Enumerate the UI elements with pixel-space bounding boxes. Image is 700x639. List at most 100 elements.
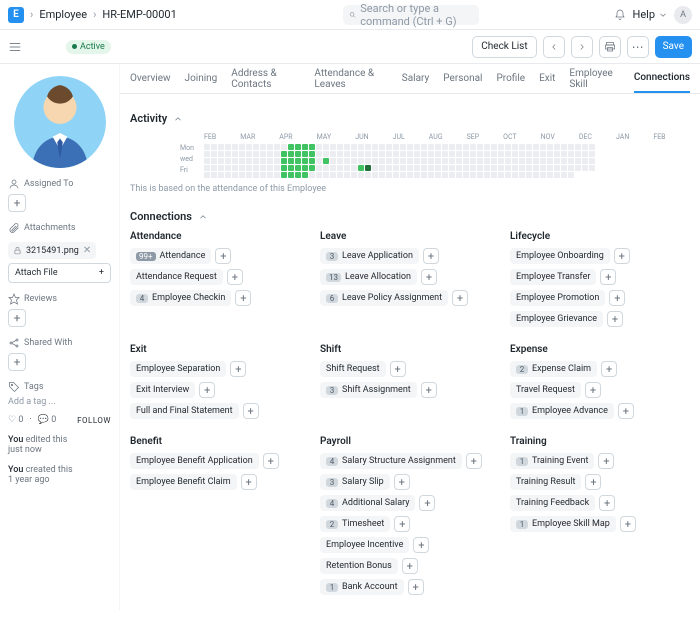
app-logo[interactable]: E	[8, 7, 24, 23]
breadcrumb-id[interactable]: HR-EMP-00001	[102, 8, 176, 21]
add-connection-button[interactable]: +	[408, 579, 424, 595]
add-connection-button[interactable]: +	[423, 248, 439, 264]
add-connection-button[interactable]: +	[243, 403, 259, 419]
bell-icon[interactable]	[614, 9, 626, 21]
tab-profile[interactable]: Profile	[496, 64, 525, 93]
add-connection-button[interactable]: +	[394, 516, 410, 532]
connection-link[interactable]: Employee Transfer	[510, 269, 596, 285]
add-connection-button[interactable]: +	[390, 361, 406, 377]
add-connection-button[interactable]: +	[235, 290, 251, 306]
connection-link[interactable]: 1Employee Advance	[510, 403, 614, 419]
remove-attachment-button[interactable]: ✕	[83, 245, 91, 256]
connection-link[interactable]: Full and Final Statement	[130, 403, 239, 419]
add-connection-button[interactable]: +	[466, 453, 482, 469]
menu-icon[interactable]	[8, 40, 22, 54]
next-button[interactable]	[571, 36, 593, 58]
connection-link[interactable]: Training Feedback	[510, 495, 595, 511]
checklist-button[interactable]: Check List	[472, 36, 536, 58]
add-connection-button[interactable]: +	[241, 474, 257, 490]
add-connection-button[interactable]: +	[585, 382, 601, 398]
add-connection-button[interactable]: +	[585, 474, 601, 490]
more-button[interactable]: ⋯	[627, 36, 649, 58]
add-connection-button[interactable]: +	[421, 269, 437, 285]
add-connection-button[interactable]: +	[609, 290, 625, 306]
add-connection-button[interactable]: +	[620, 516, 636, 532]
add-connection-button[interactable]: +	[601, 361, 617, 377]
connection-link[interactable]: Employee Incentive	[320, 537, 409, 553]
tab-personal[interactable]: Personal	[443, 64, 482, 93]
connection-link[interactable]: 4Additional Salary	[320, 495, 415, 511]
add-connection-button[interactable]: +	[598, 453, 614, 469]
add-connection-button[interactable]: +	[600, 269, 616, 285]
follow-button[interactable]: FOLLOW	[77, 416, 111, 425]
tab-attendance-leaves[interactable]: Attendance & Leaves	[314, 64, 387, 93]
connection-link[interactable]: Employee Benefit Claim	[130, 474, 237, 490]
add-connection-button[interactable]: +	[607, 311, 623, 327]
connection-link[interactable]: 3Salary Slip	[320, 474, 390, 490]
connection-link[interactable]: 1Employee Skill Map	[510, 516, 616, 532]
connection-link[interactable]: Exit Interview	[130, 382, 195, 398]
connection-link[interactable]: Shift Request	[320, 361, 386, 377]
tab-joining[interactable]: Joining	[185, 64, 218, 93]
connection-link[interactable]: Employee Promotion	[510, 290, 605, 306]
search-input[interactable]: Search or type a command (Ctrl + G)	[343, 5, 479, 25]
prev-button[interactable]	[543, 36, 565, 58]
add-connection-button[interactable]: +	[413, 537, 429, 553]
add-tag-input[interactable]: Add a tag ...	[8, 397, 111, 407]
tab-overview[interactable]: Overview	[130, 64, 171, 93]
connection-link[interactable]: 99+Attendance	[130, 248, 211, 264]
connection-link[interactable]: 2Timesheet	[320, 516, 390, 532]
tab-employee-skill[interactable]: Employee Skill	[569, 64, 619, 93]
connection-link[interactable]: Retention Bonus	[320, 558, 398, 574]
save-button[interactable]: Save	[655, 36, 692, 58]
add-review-button[interactable]: +	[8, 309, 26, 327]
add-share-button[interactable]: +	[8, 353, 26, 371]
connections-heading[interactable]: Connections	[130, 210, 690, 223]
connection-link[interactable]: 1Training Event	[510, 453, 594, 469]
add-connection-button[interactable]: +	[421, 382, 437, 398]
help-dropdown[interactable]: Help	[632, 8, 668, 21]
add-connection-button[interactable]: +	[394, 474, 410, 490]
tab-address-contacts[interactable]: Address & Contacts	[231, 64, 300, 93]
connection-link[interactable]: Employee Grievance	[510, 311, 603, 327]
count-badge: 13	[326, 273, 341, 282]
add-connection-button[interactable]: +	[199, 382, 215, 398]
add-connection-button[interactable]: +	[452, 290, 468, 306]
add-connection-button[interactable]: +	[263, 453, 279, 469]
connection-link[interactable]: 1Bank Account	[320, 579, 404, 595]
connection-link[interactable]: Travel Request	[510, 382, 581, 398]
connection-link[interactable]: Employee Benefit Application	[130, 453, 259, 469]
tab-salary[interactable]: Salary	[402, 64, 429, 93]
connection-link[interactable]: 3Leave Application	[320, 248, 419, 264]
connection-link[interactable]: 4Employee Checkin	[130, 290, 231, 306]
attach-file-button[interactable]: Attach File+	[8, 263, 111, 283]
user-avatar[interactable]: A	[674, 6, 692, 24]
print-button[interactable]	[599, 36, 621, 58]
tab-connections[interactable]: Connections	[634, 64, 690, 93]
add-assignee-button[interactable]: +	[8, 194, 26, 212]
connection-link[interactable]: 2Expense Claim	[510, 361, 597, 377]
attachment-chip[interactable]: 3215491.png✕	[8, 242, 96, 259]
like-button[interactable]: ♡ 0	[8, 415, 23, 425]
connection-link[interactable]: Employee Onboarding	[510, 248, 610, 264]
add-connection-button[interactable]: +	[614, 248, 630, 264]
activity-heading[interactable]: Activity	[130, 112, 690, 125]
add-connection-button[interactable]: +	[402, 558, 418, 574]
add-connection-button[interactable]: +	[599, 495, 615, 511]
employee-avatar[interactable]	[14, 76, 106, 168]
add-connection-button[interactable]: +	[215, 248, 231, 264]
breadcrumb-employee[interactable]: Employee	[39, 8, 87, 21]
tab-exit[interactable]: Exit	[539, 64, 555, 93]
comment-button[interactable]: 💬 0	[38, 415, 57, 425]
add-connection-button[interactable]: +	[618, 403, 634, 419]
connection-link[interactable]: Training Result	[510, 474, 581, 490]
add-connection-button[interactable]: +	[227, 269, 243, 285]
connection-link[interactable]: Employee Separation	[130, 361, 226, 377]
add-connection-button[interactable]: +	[230, 361, 246, 377]
connection-link[interactable]: Attendance Request	[130, 269, 223, 285]
connection-link[interactable]: 4Salary Structure Assignment	[320, 453, 462, 469]
connection-link[interactable]: 3Shift Assignment	[320, 382, 417, 398]
add-connection-button[interactable]: +	[419, 495, 435, 511]
connection-link[interactable]: 13Leave Allocation	[320, 269, 417, 285]
connection-link[interactable]: 6Leave Policy Assignment	[320, 290, 448, 306]
